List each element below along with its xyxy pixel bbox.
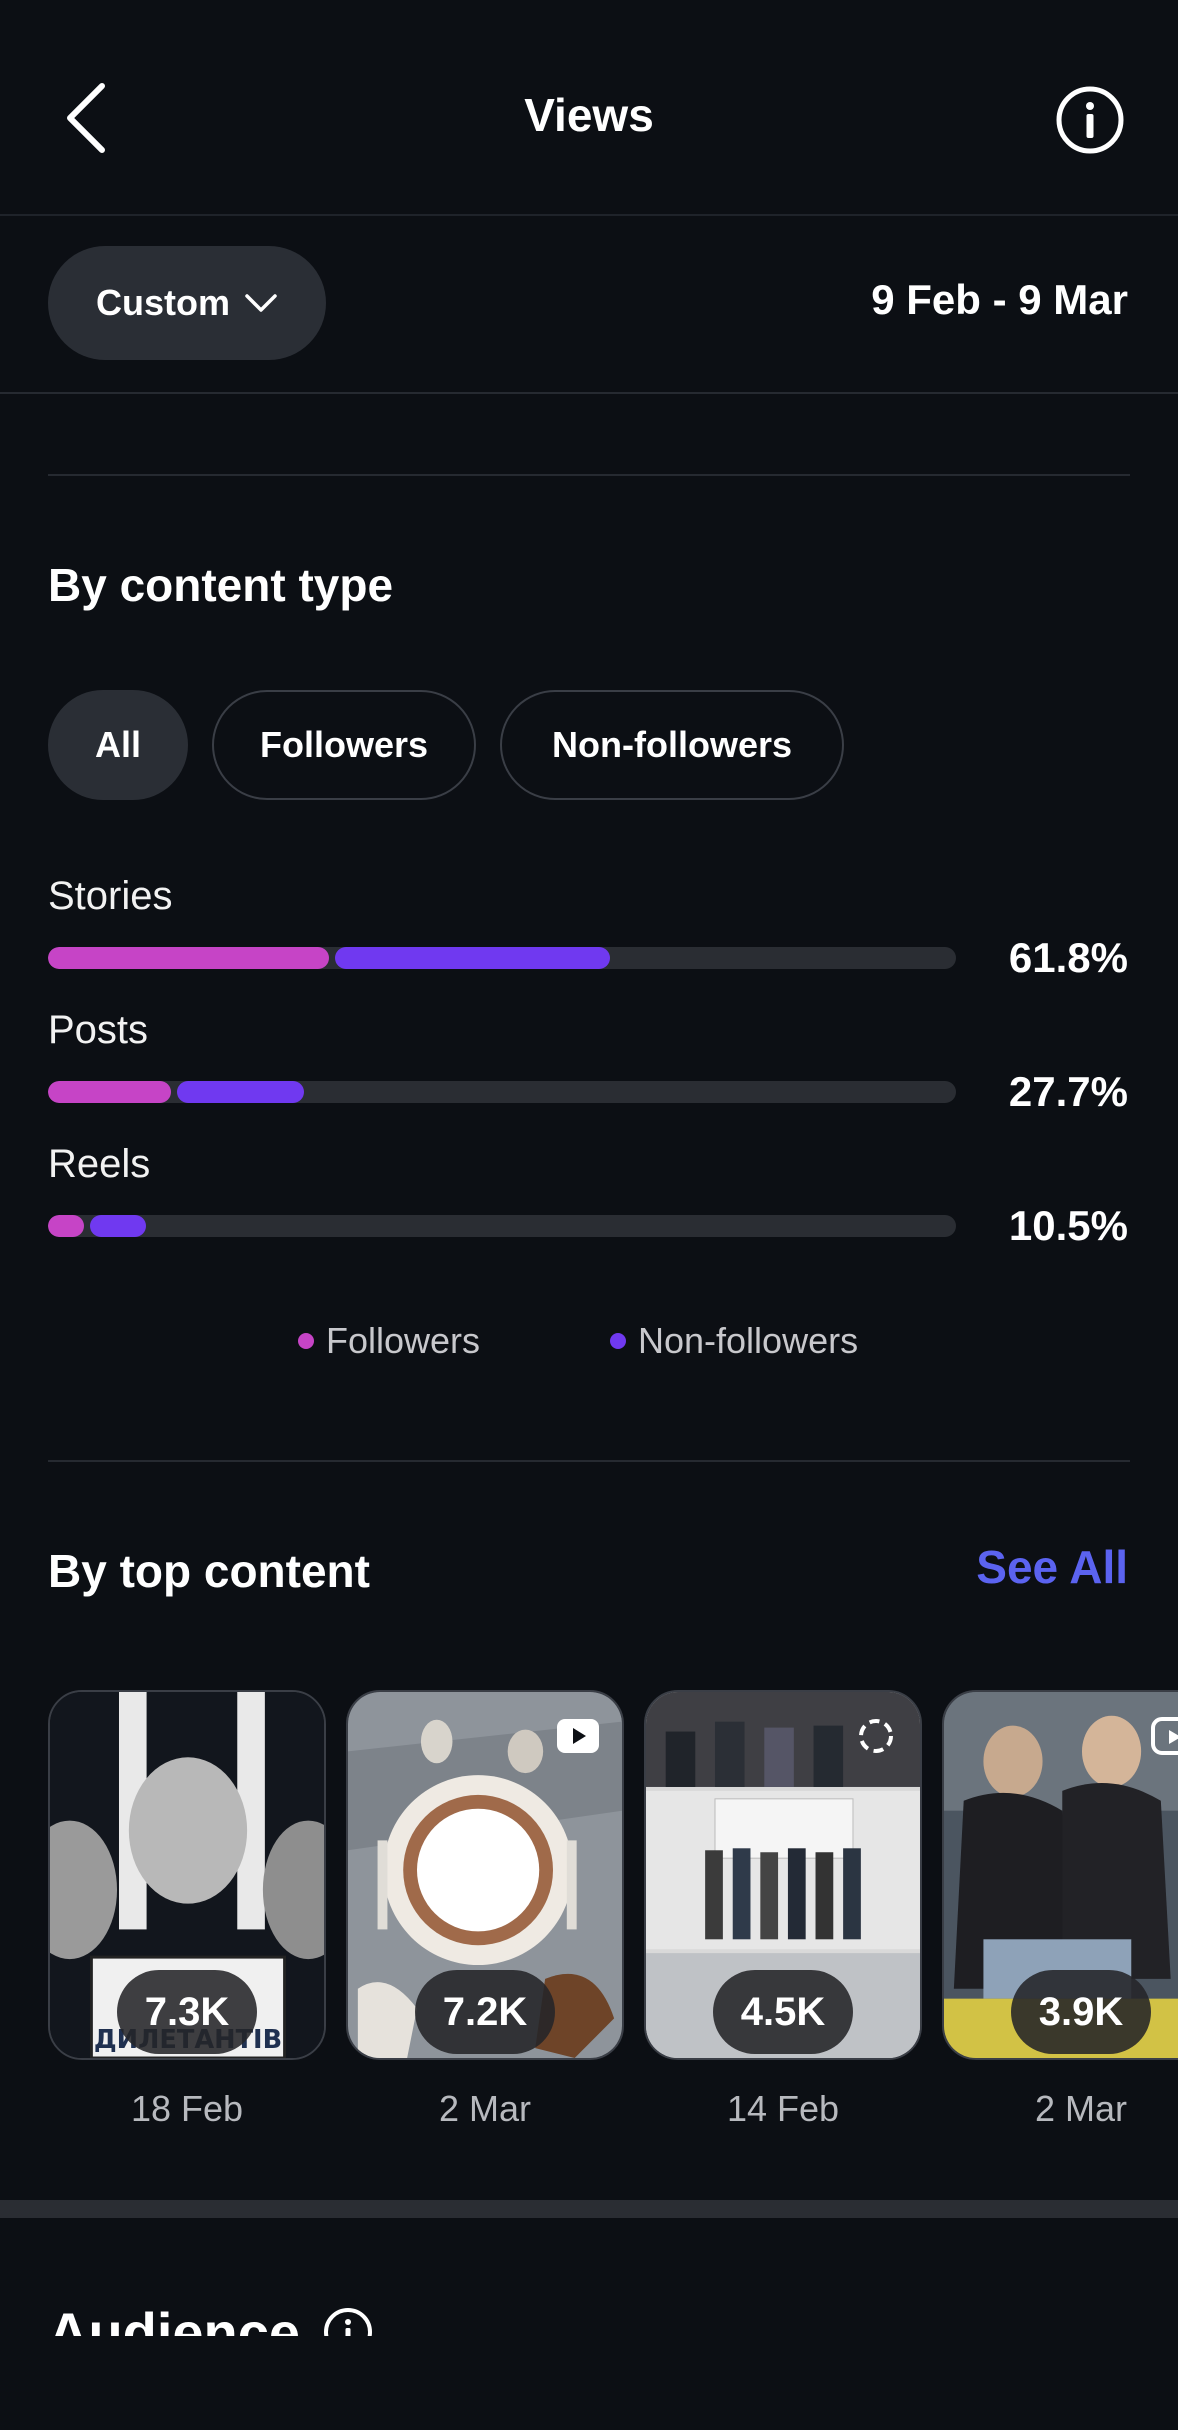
bar-segment-non-followers	[177, 1081, 304, 1103]
view-count-badge: 7.3K	[117, 1970, 257, 2054]
row-label-reels: Reels	[48, 1142, 151, 1186]
content-thumbnail[interactable]: 7.2K	[346, 1690, 624, 2060]
section-title-top-content: By top content	[48, 1545, 370, 1597]
legend-label: Followers	[326, 1320, 481, 1361]
period-label: Custom	[96, 282, 230, 323]
video-icon	[557, 1719, 599, 1753]
view-count-badge: 4.5K	[713, 1970, 853, 2054]
bar-segment-followers	[48, 947, 329, 969]
percent-posts: 27.7%	[1008, 1068, 1128, 1115]
carousel-icon	[859, 1719, 893, 1753]
info-icon[interactable]	[322, 2306, 374, 2336]
legend-dot-followers	[298, 1333, 314, 1349]
chevron-down-icon	[245, 294, 277, 312]
period-dropdown[interactable]: Custom	[48, 246, 326, 360]
section-title-content-type: By content type	[48, 559, 394, 611]
view-count-badge: 3.9K	[1011, 1970, 1151, 2054]
page-title: Views	[524, 89, 654, 141]
bar-segment-followers	[48, 1081, 171, 1103]
bar-reels	[48, 1215, 956, 1237]
content-date: 2 Mar	[1034, 2088, 1128, 2129]
reels-icon	[1151, 1717, 1178, 1755]
percent-reels: 10.5%	[1008, 1202, 1128, 1249]
view-count-badge: 7.2K	[415, 1970, 555, 2054]
tab-followers[interactable]: Followers	[212, 690, 476, 800]
content-date: 2 Mar	[438, 2088, 532, 2129]
legend-item-non-followers: Non-followers	[610, 1320, 858, 1362]
legend-dot-non-followers	[610, 1333, 626, 1349]
filter-bar: Custom 9 Feb - 9 Mar	[0, 214, 1178, 394]
bar-segment-non-followers	[335, 947, 610, 969]
bar-segment-followers	[48, 1215, 84, 1237]
content-thumbnail[interactable]: 4.5K	[644, 1690, 922, 2060]
content-thumbnail[interactable]: 3.9K	[942, 1690, 1178, 2060]
bar-stories	[48, 947, 956, 969]
content-date: 14 Feb	[726, 2088, 840, 2129]
top-bar: Views	[0, 0, 1178, 216]
percent-stories: 61.8%	[1008, 934, 1128, 981]
bar-posts	[48, 1081, 956, 1103]
tab-all[interactable]: All	[48, 690, 188, 800]
row-label-stories: Stories	[48, 874, 173, 918]
legend-label: Non-followers	[638, 1320, 859, 1361]
audience-header: Audience	[48, 2300, 374, 2336]
content-thumbnail[interactable]: ДИЛЕТАНТІВ 7.3K	[48, 1690, 326, 2060]
divider	[48, 474, 1130, 476]
date-range: 9 Feb - 9 Mar	[871, 276, 1128, 323]
section-title-audience: Audience	[48, 2301, 301, 2336]
legend-item-followers: Followers	[298, 1320, 480, 1362]
section-separator	[0, 2200, 1178, 2218]
row-label-posts: Posts	[48, 1008, 149, 1052]
divider	[48, 1460, 1130, 1462]
info-icon[interactable]	[1054, 84, 1126, 156]
bar-segment-non-followers	[90, 1215, 146, 1237]
tab-non-followers[interactable]: Non-followers	[500, 690, 844, 800]
see-all-link[interactable]: See All	[976, 1540, 1128, 1594]
content-date: 18 Feb	[130, 2088, 244, 2129]
